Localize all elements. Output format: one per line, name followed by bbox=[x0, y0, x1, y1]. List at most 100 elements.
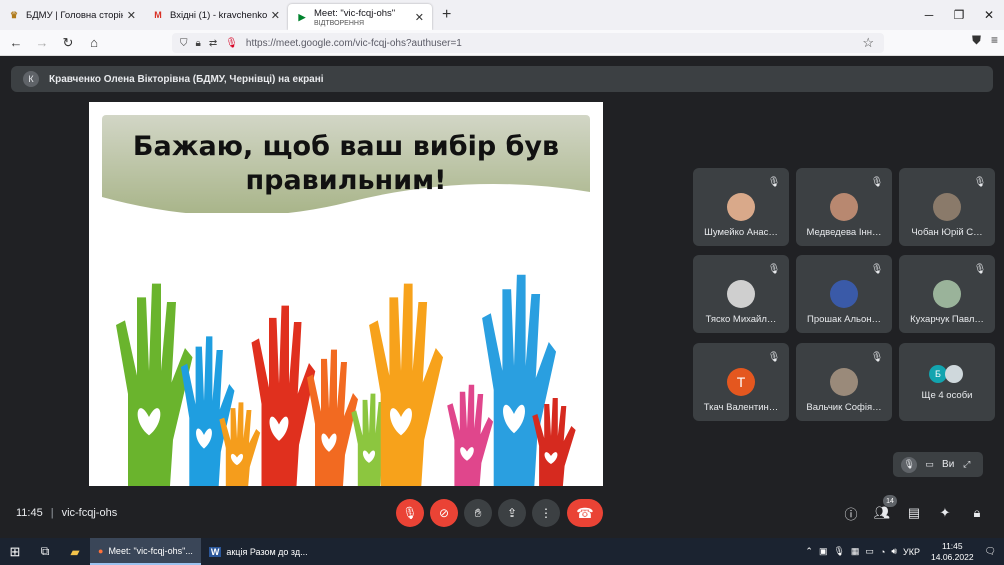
participant-tile[interactable]: 🎙︎ Медведева Інн… bbox=[796, 168, 892, 246]
participant-name: Вальчик Софія… bbox=[806, 402, 882, 413]
home-icon[interactable]: ⌂ bbox=[82, 31, 106, 55]
present-screen-button[interactable]: ⇪ bbox=[498, 499, 526, 527]
task-view-icon[interactable]: ⧉ bbox=[30, 538, 60, 565]
avatar bbox=[933, 280, 961, 308]
windows-start-icon[interactable]: ⊞ bbox=[0, 538, 30, 565]
hand-green bbox=[116, 283, 193, 486]
toolbar-right: ⛊ ≡ bbox=[972, 33, 998, 48]
permissions-icon[interactable]: ⇄ bbox=[209, 38, 217, 49]
avatar: Т bbox=[727, 368, 755, 396]
chat-icon[interactable]: ▤ bbox=[905, 504, 923, 522]
tab-bdmu[interactable]: ♛ БДМУ | Головна сторінка ✕ bbox=[0, 0, 144, 30]
volume-icon[interactable]: 🔊︎ bbox=[891, 546, 897, 557]
clock-date: 14.06.2022 bbox=[931, 551, 974, 562]
university-icon: ♛ bbox=[9, 9, 19, 20]
meeting-control-bar: 11:45 | vic-fcqj-ohs 🎙︎ ⊘ ✋︎ ⇪ ⋮ ☎︎ ⓘ 👥︎ ▤… bbox=[0, 497, 1004, 530]
close-tab-icon[interactable]: ✕ bbox=[415, 11, 424, 24]
chevron-up-icon[interactable]: ⌃ bbox=[805, 546, 813, 557]
shield-icon[interactable]: ⛉ bbox=[180, 38, 188, 49]
more-options-button[interactable]: ⋮ bbox=[532, 499, 560, 527]
new-tab-icon[interactable]: + bbox=[442, 6, 451, 24]
self-view-bar: 🎙︎ ▭ Ви ⤢ bbox=[893, 452, 983, 477]
file-explorer-icon[interactable]: ▰ bbox=[60, 538, 90, 565]
mic-off-icon: 🎙︎ bbox=[870, 263, 884, 275]
firefox-icon: ● bbox=[98, 545, 104, 556]
microphone-tray-icon[interactable]: 🎙︎ bbox=[833, 546, 844, 557]
activities-icon[interactable]: ✦ bbox=[936, 504, 954, 522]
forward-icon[interactable]: → bbox=[30, 31, 54, 55]
participant-name: Ткач Валентин… bbox=[703, 402, 779, 413]
close-tab-icon[interactable]: ✕ bbox=[271, 9, 280, 22]
system-tray: ⌃ ▣ 🎙︎ ▦ ▭ ◔ 🔊︎ УКР 11:45 14.06.2022 🗨︎ bbox=[802, 538, 1004, 565]
raise-hand-button[interactable]: ✋︎ bbox=[464, 499, 492, 527]
language-indicator[interactable]: УКР bbox=[903, 547, 920, 557]
bookmark-star-icon[interactable]: ☆ bbox=[862, 35, 874, 51]
participant-tile[interactable]: 🎙︎ Шумейко Анас… bbox=[693, 168, 789, 246]
participant-tile[interactable]: 🎙︎ Чобан Юрій С… bbox=[899, 168, 995, 246]
meeting-details-icon[interactable]: ⓘ bbox=[842, 504, 860, 522]
participant-name: Прошак Альон… bbox=[807, 314, 881, 325]
reload-icon[interactable]: ↻ bbox=[56, 31, 80, 55]
avatar bbox=[830, 280, 858, 308]
battery-icon[interactable]: ▭ bbox=[865, 546, 874, 557]
camera-off-icon[interactable]: ▭ bbox=[922, 457, 938, 473]
close-window-icon[interactable]: ✕ bbox=[974, 0, 1004, 30]
hand-pink bbox=[447, 384, 494, 486]
back-icon[interactable]: ← bbox=[4, 31, 28, 55]
address-bar[interactable]: ⛉ 🔒︎ ⇄ 🎙︎ https://meet.google.com/vic-fc… bbox=[172, 33, 884, 53]
more-participants-tile[interactable]: Б Ще 4 особи bbox=[899, 343, 995, 421]
participant-tile[interactable]: 🎙︎ Т Ткач Валентин… bbox=[693, 343, 789, 421]
participant-tile[interactable]: 🎙︎ Тяско Михайл… bbox=[693, 255, 789, 333]
meet-tray-icon[interactable]: ▣ bbox=[819, 546, 828, 557]
network-tray-icon[interactable]: ▦ bbox=[851, 546, 860, 557]
taskbar-app-firefox[interactable]: ● Meet: "vic-fcqj-ohs"... bbox=[90, 538, 201, 565]
mic-off-icon: 🎙︎ bbox=[767, 176, 781, 188]
avatar bbox=[727, 193, 755, 221]
clock[interactable]: 11:45 14.06.2022 bbox=[931, 541, 974, 563]
toggle-camera-button[interactable]: ⊘ bbox=[430, 499, 458, 527]
minimize-icon[interactable]: ─ bbox=[914, 0, 944, 30]
mic-off-icon: 🎙︎ bbox=[767, 351, 781, 363]
presentation-screen: Бажаю, щоб ваш вибір був правильним! bbox=[89, 102, 603, 486]
tab-label: Вхідні (1) - kravchenko.olena@ bbox=[170, 9, 267, 21]
meeting-info: 11:45 | vic-fcqj-ohs bbox=[16, 507, 117, 519]
participant-name: Чобан Юрій С… bbox=[911, 227, 983, 238]
pocket-icon[interactable]: ⛊ bbox=[972, 33, 981, 48]
taskbar-app-label: акція Разом до зд... bbox=[226, 546, 308, 557]
avatar bbox=[933, 193, 961, 221]
mic-off-icon: 🎙︎ bbox=[767, 263, 781, 275]
menu-icon[interactable]: ≡ bbox=[991, 33, 998, 48]
wifi-icon[interactable]: ◔ bbox=[880, 547, 885, 557]
meeting-time: 11:45 bbox=[16, 507, 43, 519]
more-participants-label: Ще 4 особи bbox=[921, 390, 973, 401]
participant-name: Тяско Михайл… bbox=[705, 314, 777, 325]
microphone-indicator-icon[interactable]: 🎙︎ bbox=[225, 38, 238, 49]
avatar bbox=[830, 368, 858, 396]
self-view-label: Ви bbox=[942, 459, 955, 470]
participant-tile[interactable]: 🎙︎ Прошак Альон… bbox=[796, 255, 892, 333]
lock-icon[interactable]: 🔒︎ bbox=[196, 38, 201, 49]
tab-gmail[interactable]: M Вхідні (1) - kravchenko.olena@ ✕ bbox=[144, 0, 288, 30]
window-controls: ─ ❐ ✕ bbox=[914, 0, 1004, 30]
leave-call-button[interactable]: ☎︎ bbox=[567, 499, 603, 527]
expand-icon[interactable]: ⤢ bbox=[959, 457, 975, 473]
mic-off-icon[interactable]: 🎙︎ bbox=[901, 456, 918, 473]
close-tab-icon[interactable]: ✕ bbox=[127, 9, 136, 22]
notifications-icon[interactable]: 🗨︎ bbox=[985, 546, 996, 557]
meeting-code: vic-fcqj-ohs bbox=[61, 507, 118, 519]
browser-tab-bar: ♛ БДМУ | Головна сторінка ✕ M Вхідні (1)… bbox=[0, 0, 1004, 30]
participant-tile[interactable]: 🎙︎ Вальчик Софія… bbox=[796, 343, 892, 421]
meet-icon: ▶ bbox=[298, 11, 306, 22]
mic-off-icon: 🎙︎ bbox=[870, 176, 884, 188]
tab-meet[interactable]: ▶ Meet: "vic-fcqj-ohs" ВІДТВОРЕННЯ ✕ bbox=[288, 4, 432, 30]
participant-tile[interactable]: 🎙︎ Кухарчук Павл… bbox=[899, 255, 995, 333]
restore-icon[interactable]: ❐ bbox=[944, 0, 974, 30]
taskbar-app-word[interactable]: W акція Разом до зд... bbox=[201, 538, 316, 565]
tab-label-wrap: Meet: "vic-fcqj-ohs" ВІДТВОРЕННЯ bbox=[314, 8, 411, 27]
toggle-microphone-button[interactable]: 🎙︎ bbox=[396, 499, 424, 527]
mic-off-icon: 🎙︎ bbox=[870, 351, 884, 363]
host-controls-icon[interactable]: 🔒︎ bbox=[968, 504, 986, 522]
participant-name: Медведева Інн… bbox=[806, 227, 882, 238]
url-text: https://meet.google.com/vic-fcqj-ohs?aut… bbox=[245, 37, 462, 49]
avatar bbox=[830, 193, 858, 221]
